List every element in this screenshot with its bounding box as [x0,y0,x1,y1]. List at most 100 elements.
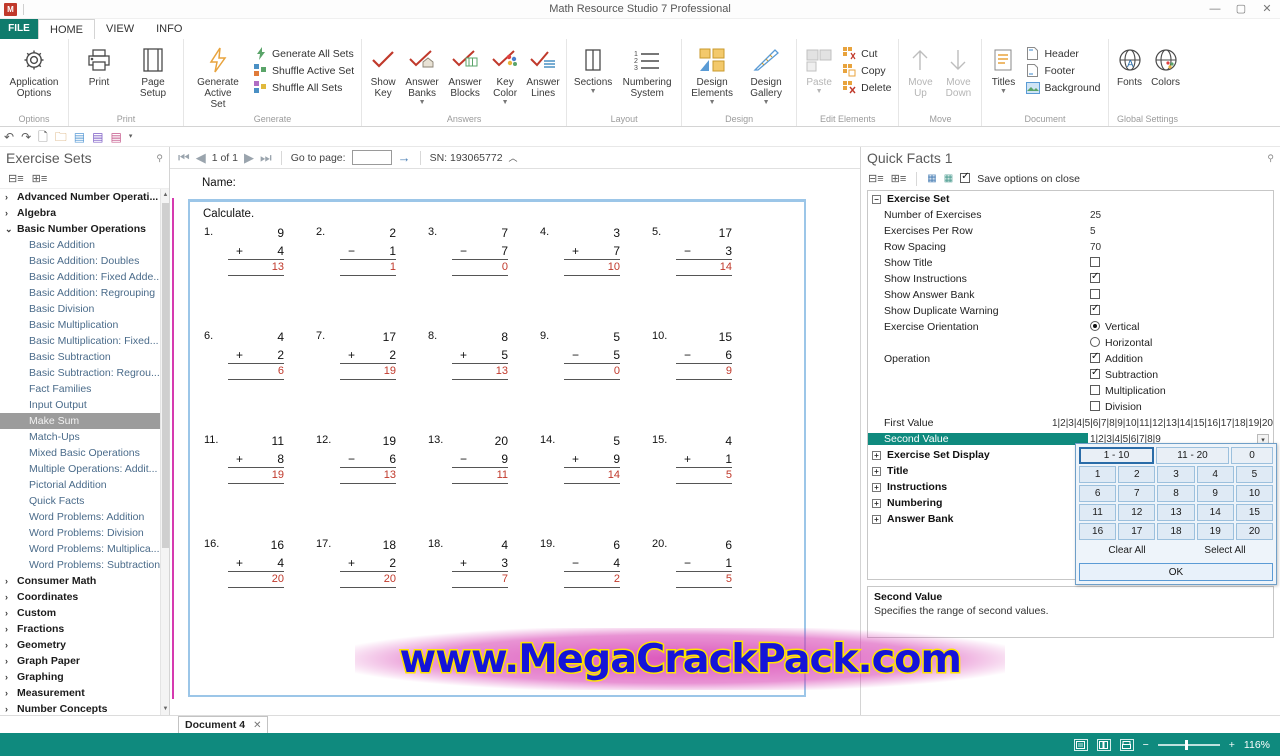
chevron-right-icon[interactable]: › [5,704,17,714]
picker-number-13[interactable]: 13 [1157,504,1195,521]
sections-button[interactable]: Sections ▼ [570,41,616,95]
load-options-icon[interactable]: ▦ [927,173,936,184]
property-value[interactable]: 70 [1088,241,1273,253]
titles-button[interactable]: Titles ▼ [985,41,1021,95]
tree-leaf[interactable]: Pictorial Addition [0,477,169,493]
pin-icon[interactable]: ⚲ [1267,153,1274,164]
exercise-item[interactable]: 8. 8 +5 13 [424,330,536,434]
exercise-item[interactable]: 18. 4 +3 7 [424,538,536,642]
tree-leaf[interactable]: Word Problems: Multiplica... [0,541,169,557]
alphabetical-icon[interactable]: ⊞≡ [891,172,907,185]
zoom-slider-thumb[interactable] [1184,739,1188,750]
property-row[interactable]: Exercises Per Row 5 [868,223,1273,239]
exercise-item[interactable]: 6. 4 +2 6 [200,330,312,434]
show-key-button[interactable]: Show Key [365,41,401,99]
chevron-down-icon[interactable]: ▼ [502,99,509,106]
redo-icon[interactable]: ↷ [21,130,31,144]
picker-number-20[interactable]: 20 [1235,523,1274,540]
number-range-picker[interactable]: 1 - 10 11 - 20 0 1 2 3 4 5 6 7 8 9 10 11 12 13 14 15 16… [1075,443,1277,585]
collapse-all-icon[interactable]: ⊟≡ [8,172,24,185]
exercise-item[interactable]: 1. 9 +4 13 [200,226,312,330]
exercise-item[interactable]: 14. 5 +9 14 [536,434,648,538]
chevron-right-icon[interactable]: › [5,624,17,634]
chevron-right-icon[interactable]: › [5,688,17,698]
tree-leaf[interactable]: Word Problems: Addition [0,509,169,525]
expand-icon[interactable]: + [872,482,881,492]
tree-node[interactable]: › Custom [0,605,169,621]
chevron-up-icon[interactable]: ︿ [509,151,518,164]
exercise-item[interactable]: 5. 17−3 14 [648,226,760,330]
tree-leaf[interactable]: Basic Addition: Regrouping [0,285,169,301]
shuffle-all-sets-button[interactable]: Shuffle All Sets [251,79,356,96]
save-all-icon[interactable]: ▤ [110,130,121,144]
prev-page-icon[interactable]: ◀ [196,150,206,166]
key-color-button[interactable]: Key Color ▼ [487,41,523,106]
move-up-button[interactable]: Move Up [902,41,938,99]
property-value[interactable]: Vertical [1088,321,1273,333]
background-button[interactable]: Background [1023,79,1102,96]
tab-view[interactable]: VIEW [95,19,145,39]
chevron-right-icon[interactable]: › [5,656,17,666]
save-options-icon[interactable]: ▦ [944,173,953,184]
picker-number-5[interactable]: 5 [1235,466,1274,483]
property-row[interactable]: Row Spacing 70 [868,239,1273,255]
application-options-button[interactable]: Application Options [3,41,65,99]
numbering-system-button[interactable]: 123 Numbering System [616,41,678,99]
property-value[interactable]: 5 [1088,225,1273,237]
property-row[interactable]: Division [868,399,1273,415]
tree-leaf-selected[interactable]: Make Sum [0,413,169,429]
tree-leaf[interactable]: Basic Multiplication [0,317,169,333]
exercise-item[interactable]: 9. 5−5 0 [536,330,648,434]
picker-number-1[interactable]: 1 [1079,466,1117,483]
next-page-icon[interactable]: ▶ [244,150,254,166]
zoom-in-button[interactable]: + [1229,739,1235,751]
picker-number-9[interactable]: 9 [1196,485,1234,502]
tree-node[interactable]: › Fractions [0,621,169,637]
chevron-down-icon[interactable]: ▼ [709,99,716,106]
exercise-item[interactable]: 12. 19−6 13 [312,434,424,538]
property-row[interactable]: Show Title [868,255,1273,271]
answer-lines-button[interactable]: Answer Lines [523,41,563,99]
pin-icon[interactable]: ⚲ [156,153,163,164]
tree-node[interactable]: ⌄ Basic Number Operations [0,221,169,237]
property-value[interactable]: Subtraction [1088,367,1273,381]
picker-tab-1-10[interactable]: 1 - 10 [1079,447,1154,464]
colors-button[interactable]: Colors [1148,41,1184,88]
close-icon[interactable]: ✕ [253,720,261,731]
property-row[interactable]: Horizontal [868,335,1273,351]
scroll-thumb[interactable] [162,203,169,548]
tree-leaf[interactable]: Multiple Operations: Addit... [0,461,169,477]
property-row[interactable]: Operation Addition [868,351,1273,367]
chevron-right-icon[interactable]: › [5,672,17,682]
open-folder-icon[interactable]: 🗀 [55,130,67,144]
page-setup-button[interactable]: Page Setup [126,41,180,99]
property-value[interactable]: Multiplication [1088,385,1273,397]
chevron-right-icon[interactable]: › [5,608,17,618]
exercise-item[interactable]: 20. 6−1 5 [648,538,760,642]
tree-leaf[interactable]: Basic Division [0,301,169,317]
property-row[interactable]: Show Duplicate Warning [868,303,1273,319]
tree-node[interactable]: › Graph Paper [0,653,169,669]
checkbox[interactable] [1090,367,1100,379]
picker-tab-11-20[interactable]: 11 - 20 [1156,447,1229,464]
print-preview-icon[interactable] [1119,738,1134,751]
tree-node[interactable]: › Advanced Number Operati... [0,189,169,205]
categorized-icon[interactable]: ⊟≡ [868,172,884,185]
checkbox[interactable] [1090,257,1100,267]
goto-page-input[interactable] [351,150,392,165]
expand-icon[interactable]: + [872,498,881,508]
tree-leaf[interactable]: Basic Addition: Fixed Adde... [0,269,169,285]
exercise-sets-tree[interactable]: › Advanced Number Operati... › Algebra ⌄ Basi… [0,189,169,715]
property-row[interactable]: Exercise Orientation Vertical [868,319,1273,335]
paste-button[interactable]: Paste ▼ [800,41,838,95]
exercise-item[interactable]: 19. 6−4 2 [536,538,648,642]
tree-node[interactable]: › Geometry [0,637,169,653]
tab-home[interactable]: HOME [38,19,95,39]
exercise-item[interactable]: 11. 11 +8 19 [200,434,312,538]
undo-icon[interactable]: ↶ [4,130,14,144]
picker-number-15[interactable]: 15 [1235,504,1274,521]
fonts-button[interactable]: A Fonts [1112,41,1148,88]
picker-number-17[interactable]: 17 [1118,523,1156,540]
save-icon[interactable]: ▤ [74,130,85,144]
tree-leaf[interactable]: Word Problems: Subtraction [0,557,169,573]
